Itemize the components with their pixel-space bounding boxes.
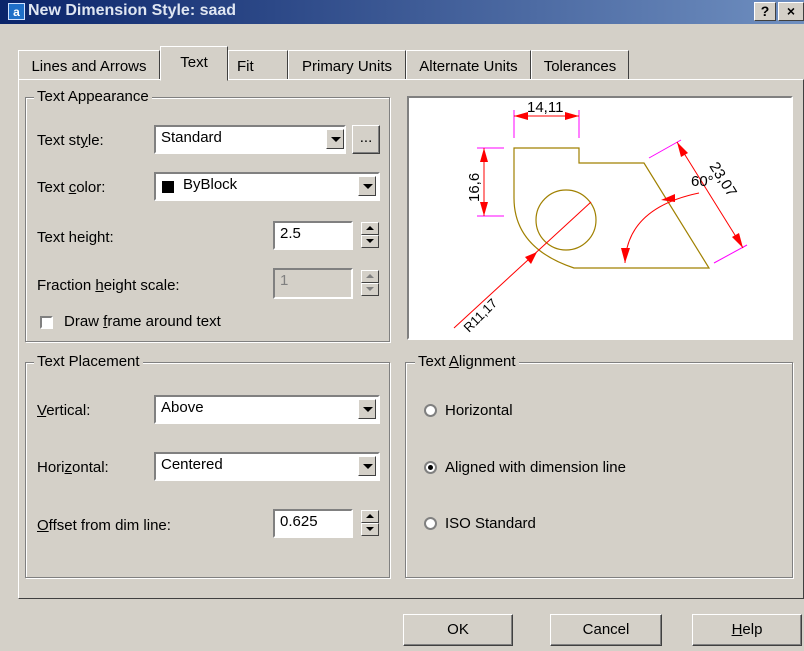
fraction-height-label: Fraction height scale: [37, 277, 180, 294]
help-title-button[interactable]: ? [754, 2, 776, 21]
fraction-height-spinner [361, 270, 379, 296]
spin-up[interactable] [361, 222, 379, 235]
tab-fit[interactable]: Fit [228, 50, 288, 80]
horizontal-radio-label: Horizontal [445, 402, 513, 419]
iso-standard-radio[interactable] [424, 517, 437, 530]
draw-frame-checkbox[interactable] [40, 316, 53, 329]
text-style-browse-button[interactable]: ... [352, 125, 380, 154]
text-style-select[interactable]: Standard [154, 125, 346, 154]
tab-primary-units[interactable]: Primary Units [288, 50, 406, 80]
dim-top-text: 14,11 [527, 99, 563, 116]
ok-button[interactable]: OK [403, 614, 513, 646]
text-height-input[interactable]: 2.5 [273, 221, 353, 250]
spin-down[interactable] [361, 523, 379, 536]
app-icon: a [8, 3, 25, 20]
text-style-label: Text style: [37, 132, 104, 149]
horizontal-label: Horizontal: [37, 459, 109, 476]
horizontal-select[interactable]: Centered [154, 452, 380, 481]
spin-up [361, 270, 379, 283]
preview-pane: 14,11 16,6 R11,17 60° 23,07 [407, 96, 793, 340]
spin-up[interactable] [361, 510, 379, 523]
tab-alternate-units[interactable]: Alternate Units [406, 50, 531, 80]
text-appearance-legend: Text Appearance [34, 88, 152, 105]
vertical-dropdown-button[interactable] [358, 399, 376, 419]
text-color-dropdown-button[interactable] [358, 176, 376, 196]
fraction-height-input: 1 [273, 268, 353, 299]
title-bar: a New Dimension Style: saad ? × [0, 0, 804, 24]
aligned-radio[interactable] [424, 461, 437, 474]
aligned-radio-label: Aligned with dimension line [445, 459, 626, 476]
text-placement-legend: Text Placement [34, 353, 143, 370]
offset-spinner[interactable] [361, 510, 379, 536]
spin-down [361, 283, 379, 296]
horizontal-dropdown-button[interactable] [358, 456, 376, 476]
text-color-label: Text color: [37, 179, 106, 196]
close-button[interactable]: × [778, 2, 804, 21]
vertical-select[interactable]: Above [154, 395, 380, 424]
offset-label: Offset from dim line: [37, 517, 171, 534]
dimension-preview: 14,11 16,6 R11,17 60° 23,07 [453, 99, 748, 336]
horizontal-radio[interactable] [424, 404, 437, 417]
draw-frame-label: Draw frame around text [64, 313, 221, 330]
tab-lines-and-arrows[interactable]: Lines and Arrows [18, 50, 160, 80]
dim-radius-text: R11,17 [461, 296, 501, 336]
color-swatch [162, 181, 174, 193]
tab-tolerances[interactable]: Tolerances [531, 50, 629, 80]
vertical-label: Vertical: [37, 402, 91, 419]
cancel-button[interactable]: Cancel [550, 614, 662, 646]
text-color-select[interactable]: ByBlock [154, 172, 380, 201]
text-height-spinner[interactable] [361, 222, 379, 248]
help-button[interactable]: Help [692, 614, 802, 646]
dim-left-text: 16,6 [466, 173, 483, 202]
text-height-label: Text height: [37, 229, 114, 246]
window-title: New Dimension Style: saad [28, 2, 237, 19]
text-style-dropdown-button[interactable] [326, 129, 344, 149]
spin-down[interactable] [361, 235, 379, 248]
tab-text[interactable]: Text [160, 46, 228, 81]
text-alignment-legend: Text Alignment [415, 353, 519, 370]
iso-standard-radio-label: ISO Standard [445, 515, 536, 532]
offset-input[interactable]: 0.625 [273, 509, 353, 538]
